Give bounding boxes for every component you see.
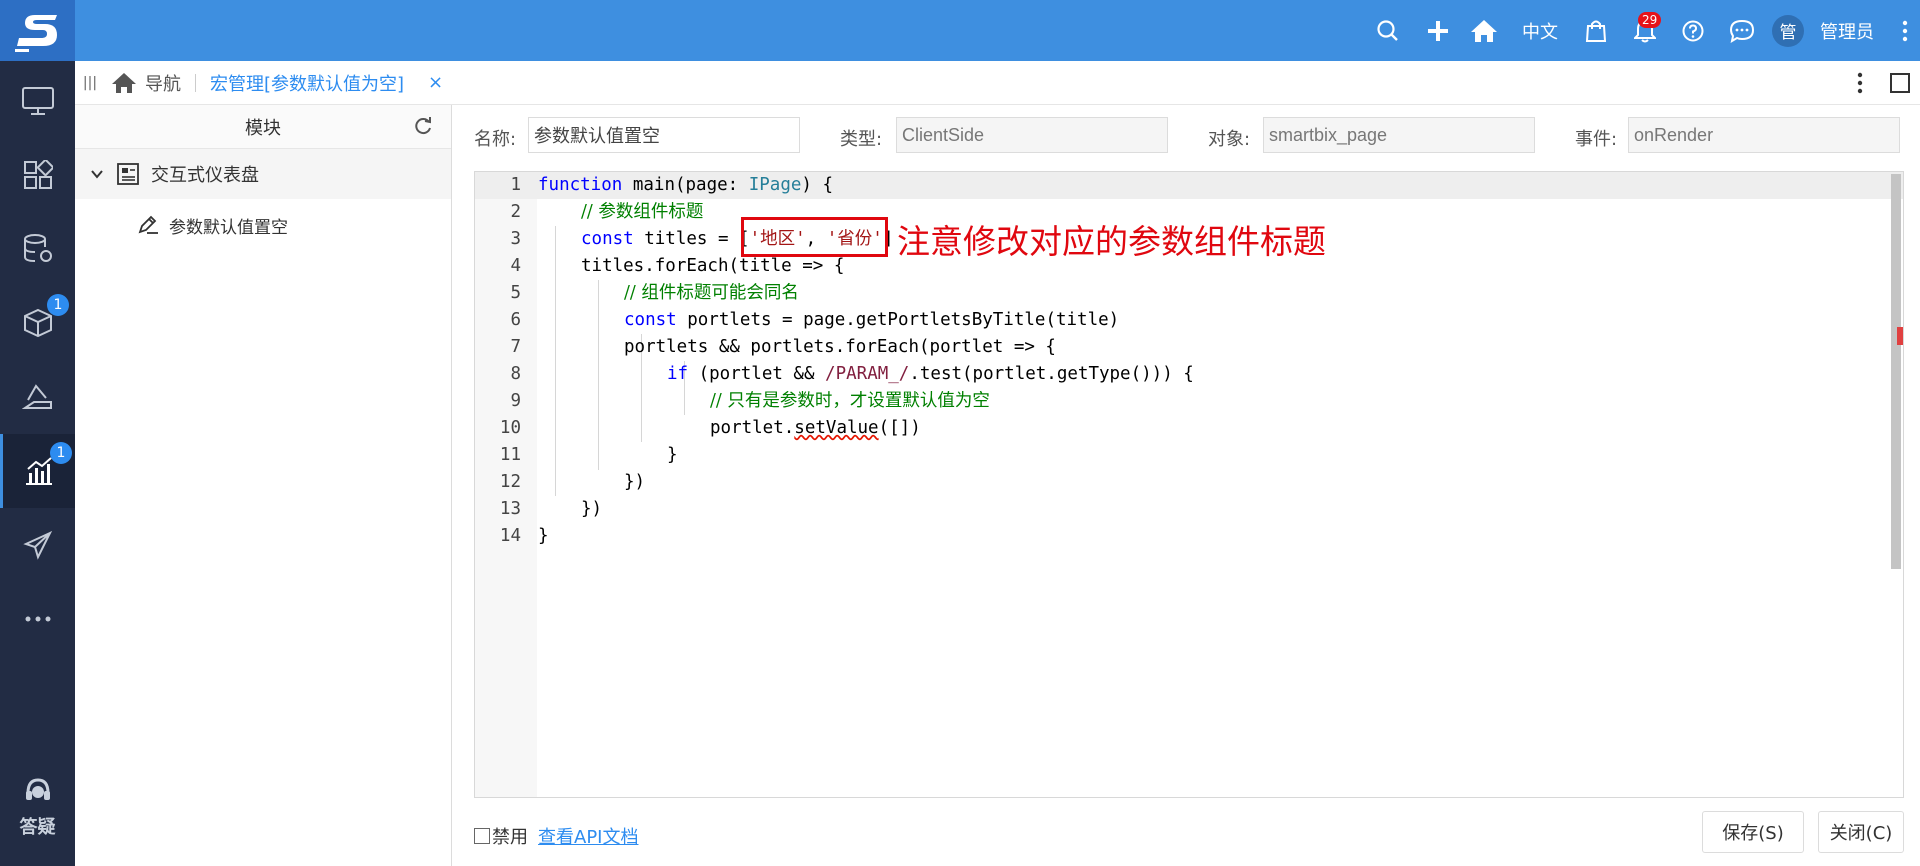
nav-label: 导航 — [145, 73, 181, 95]
database-settings-icon — [23, 234, 52, 262]
type-label: 类型: — [840, 129, 883, 150]
monitor-icon — [21, 87, 54, 115]
macro-editor-panel: 名称: 类型: 对象: 事件: 1function main(page: IPa… — [452, 105, 1920, 866]
help-support[interactable]: 答疑 — [0, 776, 75, 839]
tree-node-label: 参数默认值置空 — [169, 217, 288, 238]
code-line: 14} — [499, 526, 549, 546]
event-label: 事件: — [1575, 129, 1618, 150]
dashboard-icon — [117, 163, 139, 185]
username[interactable]: 管理员 — [1808, 0, 1890, 61]
editor-scrollbar[interactable] — [1891, 174, 1901, 569]
api-docs-link[interactable]: 查看API文档 — [538, 823, 638, 849]
sidebar-item-resources[interactable]: 1 — [0, 286, 75, 360]
code-line: 9// 只有是参数时，才设置默认值为空 — [510, 391, 990, 411]
object-label: 对象: — [1208, 129, 1251, 150]
headset-icon — [25, 778, 50, 800]
edit-pen-icon — [138, 215, 158, 234]
maximize-icon[interactable] — [1880, 73, 1920, 93]
logo-icon — [14, 14, 57, 52]
sidebar-item-analysis[interactable]: 1 — [0, 434, 75, 508]
code-line: 13}) — [499, 499, 603, 519]
help-label: 答疑 — [19, 817, 56, 838]
app-logo[interactable] — [0, 0, 75, 61]
object-input[interactable] — [1263, 117, 1535, 153]
sidebar-item-tools[interactable] — [0, 360, 75, 434]
macro-properties-form: 名称: 类型: 对象: 事件: — [452, 117, 1920, 153]
code-line: 10 portlet.setValue([]) — [499, 418, 921, 438]
avatar: 管 — [1772, 14, 1804, 47]
help-circle-icon[interactable] — [1670, 0, 1716, 61]
module-panel: 模块 交互式仪表盘 参数默认值置空 — [75, 105, 452, 866]
close-button[interactable]: 关闭(C) — [1818, 811, 1904, 853]
editor-footer: 禁用 查看API文档 保存(S) 关闭(C) — [474, 811, 1904, 855]
chat-icon[interactable] — [1716, 0, 1768, 61]
name-label: 名称: — [474, 129, 517, 150]
scroll-error-marker — [1897, 327, 1903, 345]
collapse-menu-icon[interactable]: ||| — [75, 75, 105, 91]
code-line: 5// 组件标题可能会同名 — [510, 283, 799, 303]
code-line: 1 function main(page: IPage) { — [475, 172, 1903, 199]
checkbox-box[interactable] — [474, 828, 490, 844]
tree-node-dashboard[interactable]: 交互式仪表盘 — [75, 149, 451, 199]
code-line: 11} — [499, 445, 678, 465]
apps-icon — [23, 160, 53, 189]
sidebar-item-monitor[interactable] — [0, 64, 75, 138]
tab-divider — [195, 73, 196, 92]
chevron-down-icon[interactable] — [91, 169, 103, 179]
name-input[interactable] — [528, 117, 800, 153]
highlight-box — [741, 217, 888, 257]
home-icon[interactable] — [1462, 0, 1506, 61]
add-icon[interactable] — [1414, 0, 1462, 61]
home-icon — [112, 72, 136, 93]
disable-label: 禁用 — [492, 827, 528, 848]
notification-bell[interactable]: 29 — [1620, 0, 1670, 61]
disable-checkbox[interactable]: 禁用 — [474, 823, 528, 849]
type-input[interactable] — [896, 117, 1168, 153]
tab-macro-management[interactable]: 宏管理[参数默认值为空] — [210, 70, 404, 96]
code-line: 7 portlets && portlets.forEach(portlet =>… — [510, 337, 1056, 357]
code-line: 12}) — [499, 472, 646, 492]
sidebar-item-more[interactable] — [0, 582, 75, 656]
sidebar-item-database[interactable] — [0, 212, 75, 286]
tree-node-label: 交互式仪表盘 — [151, 165, 259, 186]
module-panel-title: 模块 — [245, 117, 281, 139]
notification-count-badge: 29 — [1638, 12, 1662, 28]
user-avatar[interactable]: 管 — [1768, 0, 1808, 61]
more-horizontal-icon — [25, 616, 50, 622]
tab-bar: ||| 导航 宏管理[参数默认值为空] × — [75, 61, 1920, 105]
module-panel-header: 模块 — [75, 105, 451, 149]
save-button[interactable]: 保存(S) — [1702, 811, 1804, 853]
shopping-bag-icon[interactable] — [1572, 0, 1620, 61]
code-line: 8 if (portlet && /PARAM_/.test(portlet.ge… — [510, 364, 1194, 384]
tree-node-macro[interactable]: 参数默认值置空 — [75, 199, 451, 251]
language-switch[interactable]: 中文 — [1506, 0, 1572, 61]
tab-close-icon[interactable]: × — [428, 72, 443, 93]
paper-plane-icon — [22, 530, 52, 560]
resources-badge: 1 — [47, 294, 69, 316]
code-line: 6 const portlets = page.getPortletsByTitl… — [510, 310, 1120, 330]
top-bar: 中文 29 管 管理员 — [0, 0, 1920, 61]
refresh-icon[interactable] — [413, 116, 433, 136]
bar-chart-icon — [26, 457, 52, 485]
tab-more-vertical-icon[interactable] — [1840, 72, 1880, 94]
sidebar-item-apps[interactable] — [0, 138, 75, 212]
nav-home-tab[interactable]: 导航 — [111, 70, 181, 96]
left-sidebar: 1 1 答疑 — [0, 61, 75, 866]
ruler-pen-icon — [21, 384, 52, 409]
search-icon[interactable] — [1362, 0, 1414, 61]
event-input[interactable] — [1628, 117, 1900, 153]
more-vertical-icon[interactable] — [1890, 0, 1920, 61]
analysis-badge: 1 — [50, 442, 72, 464]
annotation-text: 注意修改对应的参数组件标题 — [897, 222, 1326, 261]
sidebar-item-publish[interactable] — [0, 508, 75, 582]
code-editor[interactable]: 1 function main(page: IPage) { 2// 参数组件标题… — [474, 171, 1904, 798]
